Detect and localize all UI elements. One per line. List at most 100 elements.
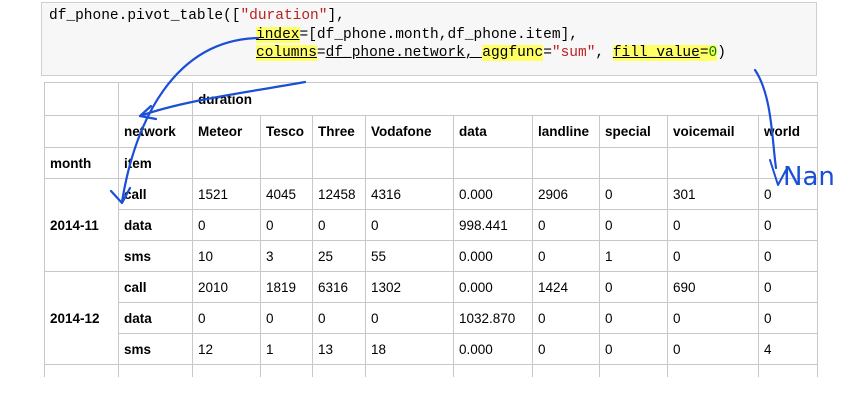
value-cell: 0 bbox=[312, 302, 366, 334]
index-name-item: item bbox=[118, 147, 193, 179]
value-cell: 998.441 bbox=[453, 209, 533, 241]
value-cell: 4 bbox=[758, 333, 818, 365]
value-cell: 690 bbox=[667, 271, 759, 303]
empty-cell bbox=[118, 82, 193, 116]
empty-cell bbox=[44, 364, 119, 377]
pivot-table: duration network Meteor Tesco Three Voda… bbox=[44, 82, 818, 377]
value-cell: 6316 bbox=[312, 271, 366, 303]
value-cell: 301 bbox=[667, 178, 759, 210]
code-cell[interactable]: df_phone.pivot_table(["duration"], index… bbox=[41, 2, 817, 76]
column-header: Tesco bbox=[260, 115, 313, 148]
value-cell: 13 bbox=[312, 333, 366, 365]
column-header: special bbox=[599, 115, 668, 148]
value-cell: 0 bbox=[192, 209, 261, 241]
empty-cell bbox=[192, 147, 261, 179]
value-cell: 25 bbox=[312, 240, 366, 272]
empty-cell bbox=[260, 147, 313, 179]
column-header: Three bbox=[312, 115, 366, 148]
empty-cell bbox=[532, 364, 600, 377]
code-punct: ], bbox=[327, 8, 345, 24]
code-values-string: "duration" bbox=[240, 8, 328, 24]
empty-cell bbox=[365, 364, 454, 377]
value-cell: 0.000 bbox=[453, 333, 533, 365]
value-cell: 2906 bbox=[532, 178, 600, 210]
value-cell: 10 bbox=[192, 240, 261, 272]
code-aggfunc-kw: aggfunc bbox=[482, 45, 544, 61]
value-cell: 1032.870 bbox=[453, 302, 533, 334]
value-cell: 0 bbox=[365, 302, 454, 334]
index-name-month: month bbox=[44, 147, 119, 179]
table-row: data 0 0 0 0 998.441 0 0 0 0 bbox=[45, 209, 818, 241]
value-cell: 1424 bbox=[532, 271, 600, 303]
empty-cell bbox=[453, 147, 533, 179]
value-cell: 1 bbox=[599, 240, 668, 272]
value-cell: 3 bbox=[260, 240, 313, 272]
value-cell: 18 bbox=[365, 333, 454, 365]
month-label: 2014-11 bbox=[44, 178, 119, 272]
value-cell: 0 bbox=[192, 302, 261, 334]
empty-cell bbox=[599, 147, 668, 179]
value-cell: 0 bbox=[532, 209, 600, 241]
header-row-columns: network Meteor Tesco Three Vodafone data… bbox=[44, 115, 818, 148]
value-cell: 0.000 bbox=[453, 271, 533, 303]
empty-cell bbox=[192, 364, 261, 377]
month-label: 2014-12 bbox=[44, 271, 119, 365]
table-row: 2014-12 call 2010 1819 6316 1302 0.000 1… bbox=[44, 271, 818, 365]
value-cell: 0 bbox=[599, 302, 668, 334]
item-label: sms bbox=[118, 333, 193, 365]
value-cell: 0 bbox=[599, 271, 668, 303]
table-row-cut-off bbox=[44, 364, 818, 377]
empty-cell bbox=[667, 364, 759, 377]
value-cell: 0 bbox=[758, 271, 818, 303]
values-header: duration bbox=[192, 82, 818, 116]
value-cell: 0 bbox=[532, 302, 600, 334]
empty-cell bbox=[44, 115, 119, 148]
value-cell: 4316 bbox=[365, 178, 454, 210]
code-aggfunc-string: "sum" bbox=[551, 45, 596, 61]
empty-cell bbox=[312, 147, 366, 179]
value-cell: 0 bbox=[532, 333, 600, 365]
code-eq: = bbox=[699, 45, 709, 61]
column-header: landline bbox=[532, 115, 600, 148]
value-cell: 1 bbox=[260, 333, 313, 365]
item-label: data bbox=[118, 302, 193, 334]
code-index-value: [df_phone.month,df_phone.item bbox=[308, 27, 561, 43]
value-cell: 1521 bbox=[192, 178, 261, 210]
column-header: Vodafone bbox=[365, 115, 454, 148]
code-punct: ], bbox=[560, 27, 578, 43]
code-line-3: columns=df_phone.network, aggfunc="sum",… bbox=[256, 45, 726, 62]
value-cell: 0 bbox=[260, 302, 313, 334]
code-fill-value-kw: fill_value bbox=[612, 45, 700, 61]
code-index-kw: index bbox=[256, 27, 300, 43]
empty-cell bbox=[44, 82, 119, 116]
code-punct: ) bbox=[717, 45, 726, 61]
value-cell: 0 bbox=[758, 240, 818, 272]
code-line-2: index=[df_phone.month,df_phone.item], bbox=[256, 27, 578, 44]
value-cell: 1819 bbox=[260, 271, 313, 303]
item-label: call bbox=[118, 271, 193, 303]
value-cell: 1302 bbox=[365, 271, 454, 303]
value-cell: 0 bbox=[758, 209, 818, 241]
table-row: sms 10 3 25 55 0.000 0 1 0 0 bbox=[45, 240, 818, 272]
value-cell: 0 bbox=[599, 209, 668, 241]
value-cell: 0 bbox=[532, 240, 600, 272]
table-row: sms 12 1 13 18 0.000 0 0 0 4 bbox=[45, 333, 818, 365]
value-cell: 0 bbox=[599, 178, 668, 210]
value-cell: 0 bbox=[312, 209, 366, 241]
value-cell: 0 bbox=[599, 333, 668, 365]
table-row: 2014-11 call 1521 4045 12458 4316 0.000 … bbox=[44, 178, 818, 272]
empty-cell bbox=[532, 147, 600, 179]
value-cell: 0 bbox=[758, 302, 818, 334]
value-cell: 55 bbox=[365, 240, 454, 272]
empty-cell bbox=[758, 364, 818, 377]
empty-cell bbox=[118, 364, 193, 377]
value-cell: 0 bbox=[667, 302, 759, 334]
code-call: df_phone.pivot_table([ bbox=[49, 8, 241, 24]
column-header: world bbox=[758, 115, 818, 148]
code-eq: = bbox=[543, 45, 552, 61]
code-punct: , bbox=[595, 45, 613, 61]
code-eq: = bbox=[299, 27, 309, 43]
empty-cell bbox=[312, 364, 366, 377]
value-cell: 0 bbox=[667, 333, 759, 365]
column-header: voicemail bbox=[667, 115, 759, 148]
